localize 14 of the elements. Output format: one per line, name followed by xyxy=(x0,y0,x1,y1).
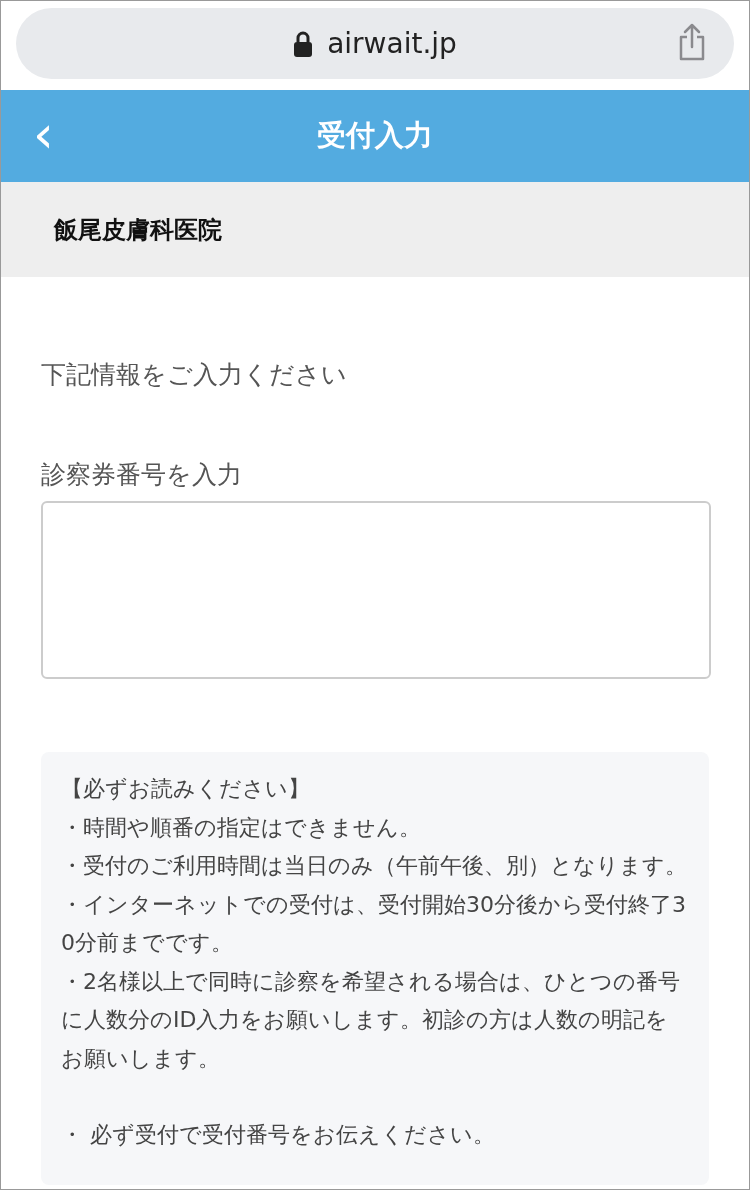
notice-item: ・受付のご利用時間は当日のみ（午前午後、別）となります。 xyxy=(61,852,688,880)
clinic-name: 飯尾皮膚科医院 xyxy=(54,214,222,246)
notice-item: ・時間や順番の指定はできません。 xyxy=(61,813,422,842)
notice-item: ・インターネットでの受付は、受付開始30分後から受付終了30分前までです。 xyxy=(61,890,687,957)
url-text: airwait.jp xyxy=(327,27,457,60)
notice-heading: 【必ずお読みください】 xyxy=(61,775,311,803)
address-bar[interactable]: airwait.jp xyxy=(16,8,734,79)
input-field[interactable] xyxy=(41,501,711,679)
lock-icon xyxy=(293,30,314,57)
field-label: 診察券番号を入力 xyxy=(41,459,243,491)
notice-item: ・2名様以上で同時に診察を希望される場合は、ひとつの番号に人数分のID入力をお願いします。初診の方は人数の明記をお願いします。 xyxy=(61,967,681,1073)
page-title: 受付入力 xyxy=(317,117,433,154)
instruction-text: 下記情報をご入力ください xyxy=(41,359,348,391)
notice-item: ・ 必ず受付で受付番号をお伝えください。 xyxy=(61,1121,496,1149)
